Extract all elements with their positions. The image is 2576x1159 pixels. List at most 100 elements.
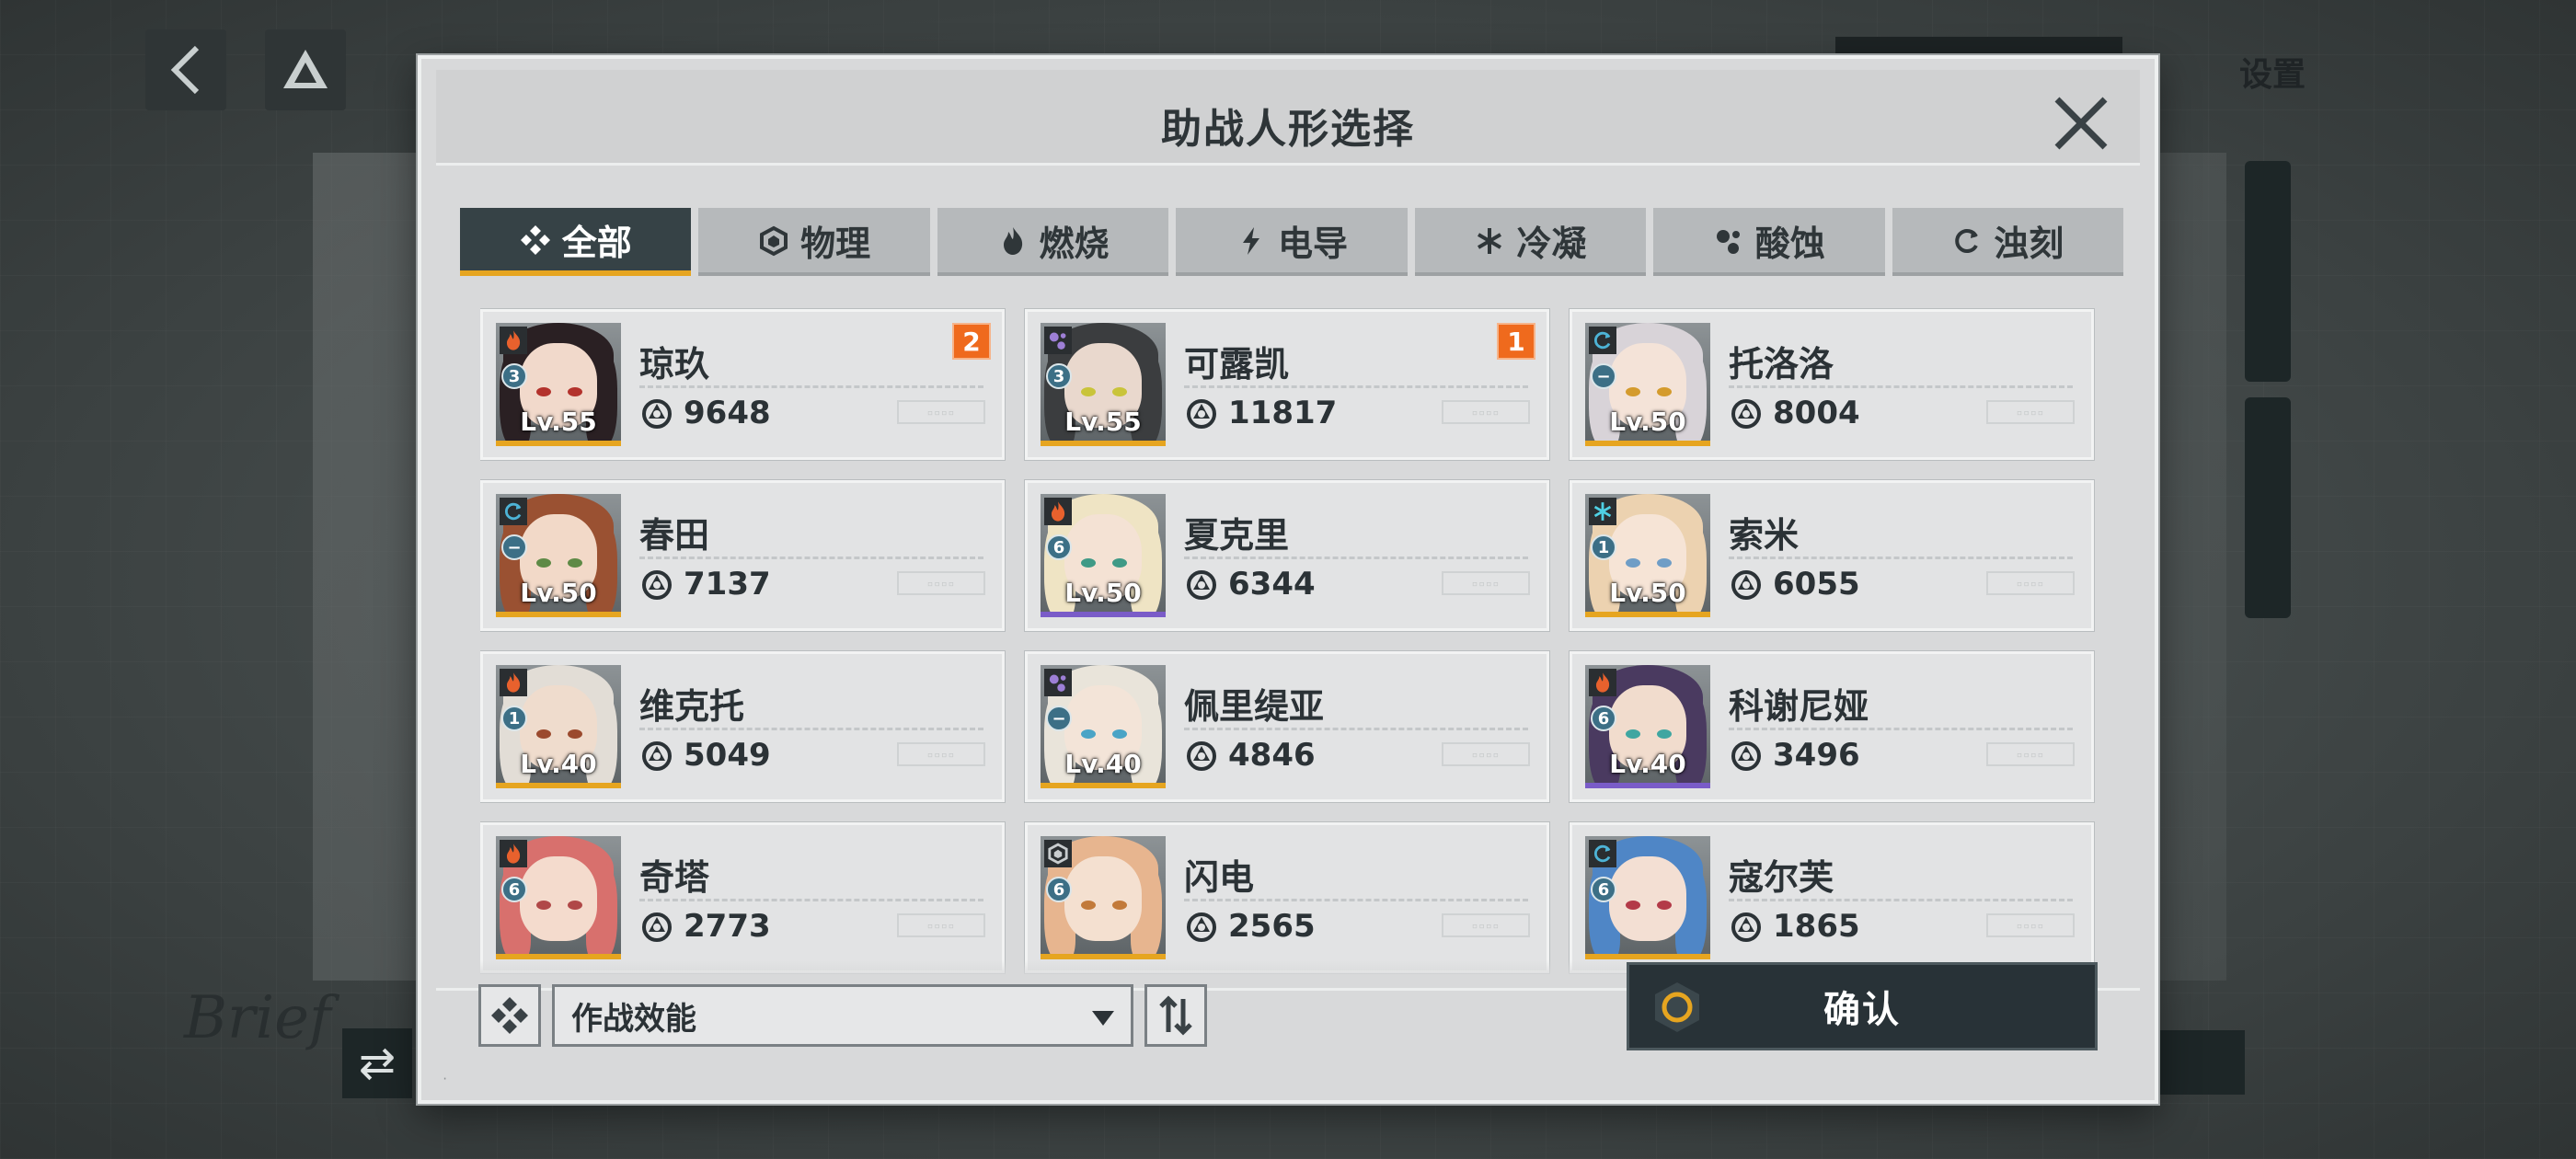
card-decor-code: ▫▫▫▫ — [897, 913, 985, 937]
portrait-eye — [1112, 387, 1127, 396]
tab-1[interactable]: 物理 — [698, 208, 930, 276]
portrait-eye — [568, 901, 582, 910]
doll-card[interactable]: − Lv.40 佩里缇亚 4846 ▫▫▫▫ — [1025, 651, 1549, 802]
tab-0[interactable]: 全部 — [460, 208, 692, 276]
doll-list[interactable]: 3 Lv.55 琼玖 9648 ▫▫▫▫ 2 3 Lv.55 可露凯 11817… — [480, 300, 2103, 979]
close-button[interactable] — [2048, 90, 2114, 156]
flame-icon — [500, 840, 527, 867]
doll-portrait: 6 Lv.40 — [1585, 665, 1710, 788]
portrait-eye — [1657, 729, 1672, 739]
doll-card[interactable]: 6 奇塔 2773 ▫▫▫▫ — [480, 822, 1005, 973]
rarity-bar — [496, 783, 621, 788]
portrait-eye — [1112, 558, 1127, 568]
doll-portrait: 6 Lv.50 — [1041, 494, 1166, 617]
rarity-bar — [496, 612, 621, 617]
back-button[interactable] — [145, 29, 226, 110]
tab-label: 电导 — [1277, 223, 1348, 264]
portrait-eye — [536, 387, 551, 396]
combat-power-icon — [1187, 741, 1216, 771]
doll-portrait: − Lv.50 — [496, 494, 621, 617]
count-badge: 1 — [1497, 323, 1535, 360]
swap-arrows-icon[interactable]: ⇄ — [342, 1028, 412, 1098]
portrait-eye — [1081, 729, 1096, 739]
combat-power-icon — [642, 741, 672, 771]
doll-name: 索米 — [1729, 515, 1800, 556]
doll-name: 科谢尼娅 — [1729, 686, 1869, 727]
combat-power-icon — [1731, 399, 1761, 429]
portrait-eye — [1081, 387, 1096, 396]
doll-card[interactable]: 3 Lv.55 琼玖 9648 ▫▫▫▫ 2 — [480, 309, 1005, 460]
acid-drops-icon — [1713, 224, 1744, 256]
rarity-bar — [1041, 783, 1166, 788]
sort-dropdown[interactable]: 作战效能 — [552, 984, 1133, 1047]
doll-card[interactable]: 1 Lv.40 维克托 5049 ▫▫▫▫ — [480, 651, 1005, 802]
flame-icon — [997, 224, 1029, 256]
portrait-eye — [1626, 729, 1640, 739]
combat-power-icon — [1731, 741, 1761, 771]
rank-badge: 6 — [1046, 877, 1072, 902]
combat-power-icon — [1187, 399, 1216, 429]
tab-4[interactable]: 冷凝 — [1414, 208, 1647, 276]
decor-code: · — [442, 1073, 449, 1085]
doll-portrait: 3 Lv.55 — [1041, 323, 1166, 446]
portrait-eye — [1657, 558, 1672, 568]
tab-6[interactable]: 浊刻 — [1892, 208, 2123, 276]
card-decor-code: ▫▫▫▫ — [1986, 913, 2075, 937]
rank-badge: − — [1046, 706, 1072, 731]
doll-power: 7137 — [684, 566, 771, 602]
settings-label[interactable]: 设置 — [2208, 39, 2337, 105]
tab-label: 冷凝 — [1516, 223, 1587, 264]
doll-portrait: 6 — [1041, 836, 1166, 959]
rarity-bar — [1585, 954, 1710, 959]
portrait-eye — [568, 558, 582, 568]
tab-5[interactable]: 酸蚀 — [1653, 208, 1885, 276]
doll-card[interactable]: 6 闪电 2565 ▫▫▫▫ — [1025, 822, 1549, 973]
portrait-face — [1064, 856, 1142, 941]
rarity-bar — [1041, 441, 1166, 446]
rank-badge: 1 — [501, 706, 527, 731]
close-icon — [2054, 97, 2108, 150]
doll-name: 奇塔 — [639, 857, 710, 898]
dialog-header: 助战人形选择 — [436, 70, 2140, 166]
doll-card[interactable]: 1 Lv.50 索米 6055 ▫▫▫▫ — [1570, 480, 2094, 631]
doll-name: 夏克里 — [1184, 515, 1290, 556]
doll-card[interactable]: 6 Lv.40 科谢尼娅 3496 ▫▫▫▫ — [1570, 651, 2094, 802]
card-divider — [1729, 899, 2073, 901]
combat-power-icon — [642, 912, 672, 942]
rarity-bar — [1585, 783, 1710, 788]
card-decor-code: ▫▫▫▫ — [1986, 571, 2075, 595]
sort-order-button[interactable] — [1144, 984, 1207, 1047]
flame-icon — [500, 327, 527, 354]
rank-badge: − — [1591, 363, 1616, 389]
flame-icon — [1044, 498, 1072, 525]
filter-button[interactable] — [478, 984, 541, 1047]
doll-level: Lv.40 — [520, 749, 597, 779]
dialog-title: 助战人形选择 — [1161, 106, 1415, 153]
doll-card[interactable]: 3 Lv.55 可露凯 11817 ▫▫▫▫ 1 — [1025, 309, 1549, 460]
chevron-left-icon — [170, 45, 200, 95]
card-decor-code: ▫▫▫▫ — [1986, 400, 2075, 424]
confirm-button[interactable]: 确认 — [1627, 962, 2098, 1050]
tab-2[interactable]: 燃烧 — [937, 208, 1169, 276]
card-divider — [639, 557, 983, 559]
portrait-eye — [1081, 901, 1096, 910]
doll-name: 维克托 — [639, 686, 745, 727]
doll-name: 佩里缇亚 — [1184, 686, 1325, 727]
background-brief-text: Brief — [184, 984, 331, 1052]
portrait-face — [520, 856, 597, 941]
lightning-icon — [1236, 224, 1267, 256]
rarity-bar — [1585, 612, 1710, 617]
tab-3[interactable]: 电导 — [1176, 208, 1408, 276]
doll-card[interactable]: − Lv.50 托洛洛 8004 ▫▫▫▫ — [1570, 309, 2094, 460]
doll-card[interactable]: 6 寇尔芙 1865 ▫▫▫▫ — [1570, 822, 2094, 973]
app-logo-button[interactable] — [265, 29, 346, 110]
doll-card[interactable]: 6 Lv.50 夏克里 6344 ▫▫▫▫ — [1025, 480, 1549, 631]
doll-card[interactable]: − Lv.50 春田 7137 ▫▫▫▫ — [480, 480, 1005, 631]
portrait-eye — [536, 729, 551, 739]
card-decor-code: ▫▫▫▫ — [897, 400, 985, 424]
portrait-eye — [536, 558, 551, 568]
background-side-tab — [2245, 161, 2291, 382]
all-diamond-icon — [520, 224, 551, 255]
doll-power: 3496 — [1773, 737, 1860, 774]
tab-label: 浊刻 — [1994, 223, 2064, 264]
